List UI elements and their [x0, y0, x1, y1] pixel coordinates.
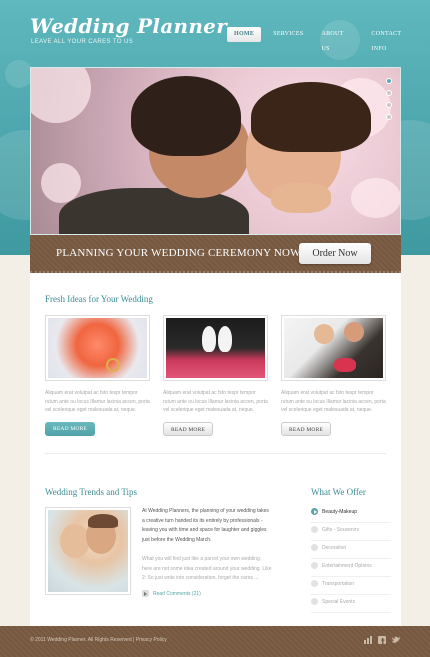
- section-divider: [45, 453, 386, 454]
- trends-paragraph-secondary: What you will find just like a parcel yo…: [142, 556, 272, 581]
- offer-item-entertainment[interactable]: Entertainment Options: [311, 561, 391, 577]
- idea-card-image[interactable]: [163, 315, 268, 381]
- order-now-button[interactable]: Order Now: [299, 243, 371, 264]
- arrow-bullet-icon: [311, 508, 318, 515]
- main-nav: HOME SERVICES ABOUT US CONTACT INFO: [227, 27, 430, 52]
- dove-shape: [202, 326, 216, 352]
- hero-photo-groom-hair: [131, 76, 241, 156]
- groom-face-shape: [344, 322, 364, 342]
- social-links: [364, 636, 400, 644]
- idea-card: Aliquam erat volutpat ac fsto tespr temp…: [163, 315, 268, 436]
- slider-pagination: [386, 78, 392, 120]
- ring-shape: [106, 358, 120, 372]
- nav-contact-info[interactable]: CONTACT INFO: [365, 27, 424, 52]
- read-more-button[interactable]: READ MORE: [163, 421, 213, 436]
- footer-copyright: © 2011 Wedding Planner. All Rights Reser…: [30, 637, 167, 643]
- read-comments-label[interactable]: Read Comments (21): [153, 591, 201, 597]
- trends-image[interactable]: [45, 507, 131, 595]
- read-comments-link[interactable]: Read Comments (21): [142, 590, 201, 597]
- arrow-right-icon: [142, 590, 149, 597]
- bar-chart-icon[interactable]: [364, 636, 372, 644]
- bullet-icon: [311, 526, 318, 533]
- slider-dot[interactable]: [386, 102, 392, 108]
- offer-item-transportation[interactable]: Transportation: [311, 579, 391, 595]
- bouquet-shape: [334, 358, 356, 372]
- hero-slider: [30, 67, 401, 235]
- idea-card-image[interactable]: [45, 315, 150, 381]
- read-more-button[interactable]: READ MORE: [281, 421, 331, 436]
- dove-shape: [218, 326, 232, 352]
- hero-photo-bride-hand: [271, 183, 331, 213]
- read-more-button[interactable]: READ MORE: [45, 421, 95, 436]
- bullet-icon: [311, 544, 318, 551]
- fresh-ideas-title: Fresh Ideas for Your Wedding: [45, 294, 153, 304]
- slider-dot[interactable]: [386, 78, 392, 84]
- offer-list: Beauty-Makeup Gifts - Souvenirs Decorati…: [311, 507, 391, 615]
- offer-title: What We Offer: [311, 487, 366, 497]
- petal-decoration: [31, 68, 91, 123]
- trends-paragraph: At Wedding Planners, the planning of you…: [142, 508, 269, 543]
- banner-text: PLANNING YOUR WEDDING CEREMONY NOW!: [56, 247, 305, 259]
- nav-services[interactable]: SERVICES: [267, 27, 309, 42]
- petal-decoration: [41, 163, 81, 203]
- site-footer: © 2011 Wedding Planner. All Rights Reser…: [0, 626, 430, 657]
- idea-card-text: Aliquam erat volutpat ac fsto tespr temp…: [45, 390, 150, 413]
- bride-face-shape: [314, 324, 334, 344]
- site-logo[interactable]: Wedding Planner: [30, 14, 227, 38]
- hero-photo-groom: [59, 188, 249, 234]
- nav-home[interactable]: HOME: [227, 27, 262, 42]
- bullet-icon: [311, 580, 318, 587]
- offer-item-beauty-makeup[interactable]: Beauty-Makeup: [311, 507, 391, 523]
- offer-item-decoration[interactable]: Decoration: [311, 543, 391, 559]
- idea-card-text: Aliquam erat volutpat ac fsto tespr temp…: [281, 390, 386, 413]
- offer-item-special-events[interactable]: Special Events: [311, 597, 391, 613]
- groom-hair-shape: [88, 514, 118, 528]
- site-tagline: LEAVE ALL YOUR CARES TO US: [31, 39, 134, 45]
- hero-photo-bride-hair: [251, 82, 371, 152]
- idea-card-text: Aliquam erat volutpat ac fsto tespr temp…: [163, 390, 268, 413]
- slider-dot[interactable]: [386, 114, 392, 120]
- bride-face-shape: [60, 524, 90, 558]
- twitter-icon[interactable]: [392, 636, 400, 644]
- nav-about-us[interactable]: ABOUT US: [315, 27, 359, 52]
- facebook-icon[interactable]: [378, 636, 386, 644]
- petal-decoration: [351, 178, 400, 218]
- trends-title: Wedding Trends and Tips: [45, 487, 138, 497]
- bokeh-decoration: [5, 60, 33, 88]
- main-content: Fresh Ideas for Your Wedding Aliquam era…: [30, 273, 401, 626]
- offer-item-gifts-souvenirs[interactable]: Gifts - Souvenirs: [311, 525, 391, 541]
- idea-card: Aliquam erat volutpat ac fsto tespr temp…: [45, 315, 150, 436]
- slider-dot[interactable]: [386, 90, 392, 96]
- promo-banner: PLANNING YOUR WEDDING CEREMONY NOW! Orde…: [30, 235, 401, 273]
- idea-card: Aliquam erat volutpat ac fsto tespr temp…: [281, 315, 386, 436]
- bullet-icon: [311, 562, 318, 569]
- idea-card-image[interactable]: [281, 315, 386, 381]
- bullet-icon: [311, 598, 318, 605]
